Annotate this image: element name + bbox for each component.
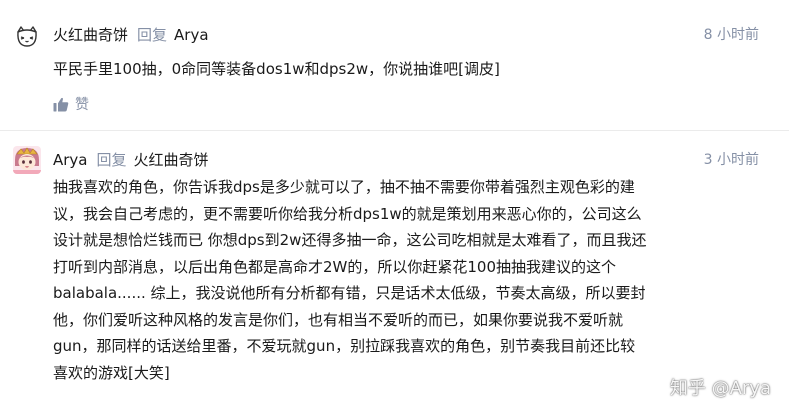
comment-line: 议，我会自己考虑的，更不需要听你给我分析dps1w的就是策划用来恶心你的，公司这… <box>53 204 642 223</box>
comment-text: 抽我喜欢的角色，你告诉我dps是多少就可以了，抽不抽不需要你带着强烈主观色彩的建… <box>53 174 765 386</box>
author-name[interactable]: 火红曲奇饼 <box>53 26 128 44</box>
reply-label: 回复 <box>96 151 127 169</box>
avatar[interactable] <box>13 23 41 51</box>
comment-time: 8 小时前 <box>703 27 759 43</box>
comment-line: 设计就是想恰烂钱而已 你想dps到2w还得多抽一命，这公司吃相就是太难看了，而且… <box>53 231 647 249</box>
comment-line: 打听到内部消息，以后出角色都是高命才2W的，所以你赶紧花100抽抽我建议的这个 <box>53 257 617 276</box>
comment-header: 火红曲奇饼 回复 Arya <box>53 23 209 47</box>
comment-line: 喜欢的游戏[大笑] <box>53 363 170 382</box>
reply-label: 回复 <box>137 26 168 44</box>
cat-avatar-icon <box>13 23 41 51</box>
comment-item: Arya 回复 火红曲奇饼 3 小时前 抽我喜欢的角色，你告诉我dps是多少就可以了… <box>0 131 789 414</box>
like-label: 赞 <box>75 97 89 113</box>
comment-line: 平民手里100抽，0命同等装备dos1w和dps2w，你说抽谁吧[调皮] <box>53 60 500 78</box>
watermark: 知乎 @Arya <box>669 378 771 399</box>
comment-line: balabala...... 综上，我没说他所有分析都有错，只是话术太低级，节奏… <box>53 284 646 302</box>
thumbs-up-icon <box>53 97 69 111</box>
comment-time: 3 小时前 <box>703 152 759 168</box>
comment-line: 抽我喜欢的角色，你告诉我dps是多少就可以了，抽不抽不需要你带着强烈主观色彩的建 <box>53 178 635 196</box>
reply-target-name[interactable]: 火红曲奇饼 <box>134 151 209 169</box>
reply-target-name[interactable]: Arya <box>174 26 209 44</box>
anime-character-avatar-icon <box>13 146 41 174</box>
like-button[interactable]: 赞 <box>53 93 89 115</box>
comment-text: 平民手里100抽，0命同等装备dos1w和dps2w，你说抽谁吧[调皮] <box>53 56 765 83</box>
author-name[interactable]: Arya <box>53 151 88 169</box>
avatar[interactable] <box>13 146 41 174</box>
comment-header: Arya 回复 火红曲奇饼 <box>53 148 209 172</box>
comment-line: gun，那同样的话送给里番，不爱玩就gun，别拉踩我喜欢的角色，别节奏我目前还比… <box>53 337 636 355</box>
comment-item: 火红曲奇饼 回复 Arya 8 小时前 平民手里100抽，0命同等装备dos1w和d… <box>0 0 789 131</box>
comment-line: 他，你们爱听这种风格的发言是你们，也有相当不爱听的而已，如果你要说我不爱听就 <box>53 310 624 329</box>
